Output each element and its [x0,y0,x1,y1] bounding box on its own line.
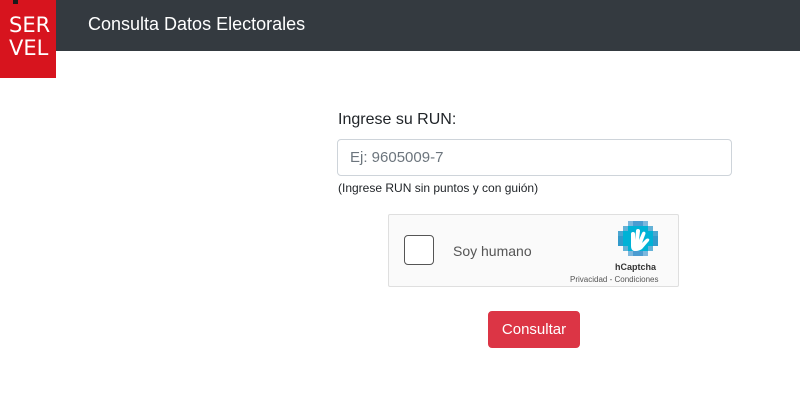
captcha-checkbox[interactable] [404,235,434,265]
logo-accent-bar [13,0,18,4]
captcha-label: Soy humano [453,243,532,259]
app-title: Consulta Datos Electorales [88,14,306,34]
servel-logo[interactable]: SER VEL [0,0,56,78]
captcha-terms-link[interactable]: Condiciones [614,275,658,284]
hcaptcha-widget: Soy humano hCaptcha Privacidad - Condici… [388,214,679,287]
run-input[interactable] [337,139,732,176]
consultar-button[interactable]: Consultar [488,311,580,348]
logo-text-line1: SER [9,13,51,37]
top-navbar: Consulta Datos Electorales [0,0,800,51]
captcha-footer-links: Privacidad - Condiciones [570,275,659,284]
run-field-label: Ingrese su RUN: [338,111,457,128]
run-hint-text: (Ingrese RUN sin puntos y con guión) [338,181,539,195]
hcaptcha-hand-icon [618,221,658,256]
hcaptcha-brand: hCaptcha [615,262,657,272]
logo-text-line2: VEL [9,36,49,60]
captcha-privacy-link[interactable]: Privacidad [570,275,607,284]
